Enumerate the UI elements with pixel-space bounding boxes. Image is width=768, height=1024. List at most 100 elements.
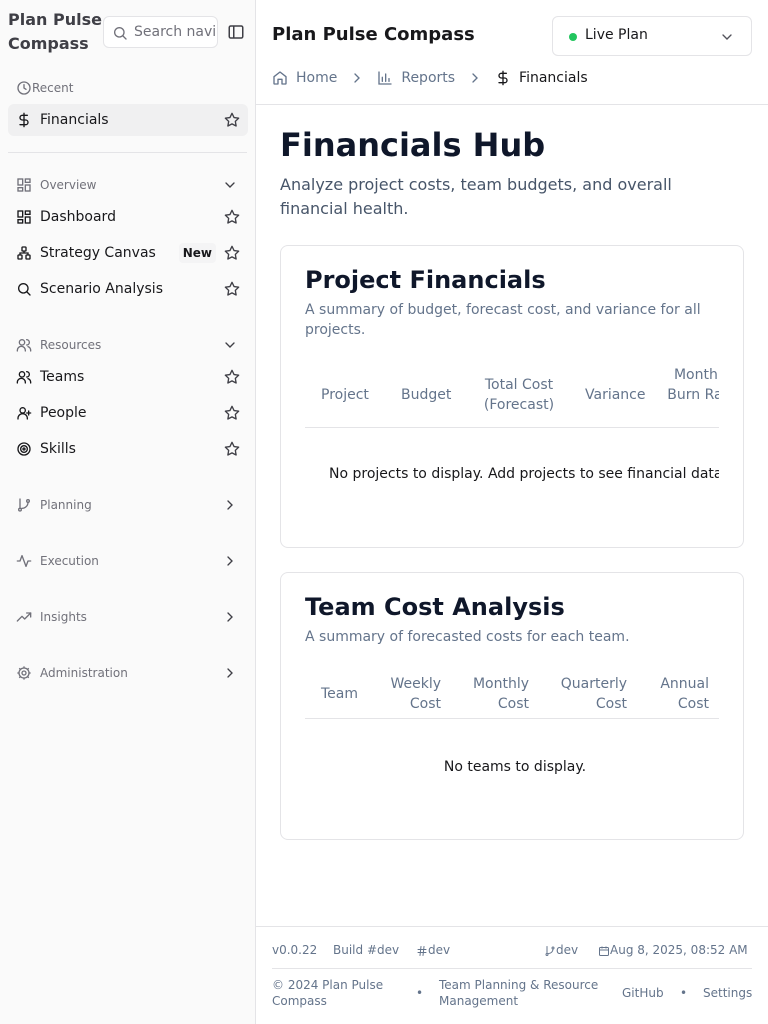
home-icon (272, 70, 288, 86)
column-header: Total Cost (Forecast) (483, 377, 555, 413)
group-label-text: Administration (40, 666, 128, 680)
group-planning[interactable]: Planning (8, 493, 248, 517)
group-label-text: Overview (40, 178, 97, 192)
nav-label: Scenario Analysis (40, 281, 163, 297)
column-header: Monthly Burn Rate (667, 367, 719, 403)
group-label-text: Insights (40, 610, 87, 624)
layout-grid-icon (16, 177, 32, 193)
sidebar-item-strategy-canvas[interactable]: Strategy Canvas New (8, 237, 248, 269)
dollar-icon (16, 112, 32, 128)
sidebar-item-skills[interactable]: Skills (8, 433, 248, 465)
footer-build-info: v0.0.22 Build #dev dev dev Aug 8, 2025, … (272, 943, 752, 961)
calendar-icon (599, 946, 609, 956)
sidebar-item-dashboard[interactable]: Dashboard (8, 201, 248, 233)
card-description: A summary of forecasted costs for each t… (305, 629, 630, 645)
sidebar-item-scenario-analysis[interactable]: Scenario Analysis (8, 273, 248, 305)
target-icon (16, 441, 32, 457)
breadcrumb-financials: Financials (495, 70, 588, 86)
group-overview[interactable]: Overview (8, 173, 248, 197)
search-icon (16, 281, 32, 297)
version-text: v0.0.22 (272, 943, 318, 957)
star-icon[interactable] (224, 441, 240, 457)
project-table-header: Project Budget Total Cost (Forecast) Var… (305, 358, 719, 428)
bar-chart-icon (377, 70, 393, 86)
breadcrumb-label: Financials (519, 70, 588, 86)
clock-icon (16, 80, 32, 96)
group-execution[interactable]: Execution (8, 549, 248, 573)
star-icon[interactable] (224, 209, 240, 225)
table-header-row: Project Budget Total Cost (Forecast) Var… (305, 358, 719, 428)
star-icon[interactable] (224, 405, 240, 421)
project-financials-card: Project Financials A summary of budget, … (280, 245, 744, 548)
star-icon[interactable] (224, 245, 240, 261)
column-header: Monthly Cost (472, 676, 529, 712)
breadcrumb-label: Home (296, 70, 338, 86)
header-title: Plan Pulse Compass (272, 24, 475, 45)
chevron-right-icon (467, 70, 483, 86)
branch: dev (544, 943, 578, 957)
star-icon[interactable] (224, 281, 240, 297)
group-administration[interactable]: Administration (8, 661, 248, 685)
env-text: dev (428, 943, 451, 957)
group-label-text: Execution (40, 554, 99, 568)
breadcrumb-reports[interactable]: Reports (377, 70, 455, 86)
separator: • (416, 986, 424, 1000)
chevron-right-icon (227, 500, 233, 510)
star-icon[interactable] (224, 112, 240, 128)
team-table-header: Team Weekly Cost Monthly Cost Quarterly … (305, 665, 719, 719)
footer: v0.0.22 Build #dev dev dev Aug 8, 2025, … (256, 926, 768, 1024)
users-icon (16, 337, 32, 353)
sidebar: Plan Pulse Compass Recent Financials Ove… (0, 0, 256, 1024)
table-header-row: Team Weekly Cost Monthly Cost Quarterly … (305, 665, 719, 719)
card-description: A summary of budget, forecast cost, and … (305, 302, 701, 338)
main-content: Plan Pulse Compass Live Plan Home Report… (256, 0, 768, 1024)
sidebar-search-input[interactable] (134, 17, 216, 47)
chevron-right-icon (227, 612, 233, 622)
page-title: Financials Hub (280, 126, 546, 164)
nav-label: Financials (40, 112, 109, 128)
environment: dev (416, 943, 450, 957)
build-timestamp: Aug 8, 2025, 08:52 AM (598, 943, 748, 957)
dollar-icon (495, 70, 511, 86)
recent-item-financials[interactable]: Financials (8, 104, 248, 136)
dashboard-icon (16, 209, 32, 225)
nav-label: Dashboard (40, 209, 116, 225)
chevron-down-icon (722, 34, 732, 40)
gear-icon (16, 665, 32, 681)
chevron-right-icon (227, 668, 233, 678)
user-icon (16, 405, 32, 421)
activity-icon (16, 553, 32, 569)
group-insights[interactable]: Insights (8, 605, 248, 629)
sidebar-header: Plan Pulse Compass (8, 8, 248, 56)
group-label-text: Planning (40, 498, 92, 512)
tagline: Team Planning & Resource Management (439, 978, 599, 1008)
separator: • (680, 986, 688, 1000)
github-link[interactable]: GitHub (622, 985, 664, 1001)
nav-label: Strategy Canvas (40, 245, 156, 261)
breadcrumb: Home Reports Financials (272, 68, 588, 88)
app-name: Plan Pulse Compass (8, 10, 102, 53)
star-icon[interactable] (224, 369, 240, 385)
team-cost-card: Team Cost Analysis A summary of forecast… (280, 572, 744, 840)
sidebar-search[interactable] (103, 16, 218, 48)
card-title: Project Financials (305, 266, 546, 294)
breadcrumb-label: Reports (401, 70, 456, 86)
sidebar-item-people[interactable]: People (8, 397, 248, 429)
sidebar-toggle-icon[interactable] (227, 23, 245, 41)
plan-select[interactable]: Live Plan (552, 16, 752, 56)
settings-link[interactable]: Settings (703, 985, 752, 1001)
nav-label: Skills (40, 441, 76, 457)
card-title: Team Cost Analysis (305, 593, 565, 621)
hash-icon (417, 945, 427, 956)
empty-state: No teams to display. (443, 759, 587, 775)
empty-state: No projects to display. Add projects to … (329, 466, 719, 482)
sidebar-item-teams[interactable]: Teams (8, 361, 248, 393)
footer-divider (272, 968, 752, 969)
group-resources[interactable]: Resources (8, 333, 248, 357)
chevron-down-icon (225, 182, 235, 188)
recent-label-text: Recent (32, 81, 74, 95)
chevron-right-icon (349, 70, 365, 86)
chevron-right-icon (227, 556, 233, 566)
nav-label: Teams (40, 369, 85, 385)
breadcrumb-home[interactable]: Home (272, 70, 337, 86)
